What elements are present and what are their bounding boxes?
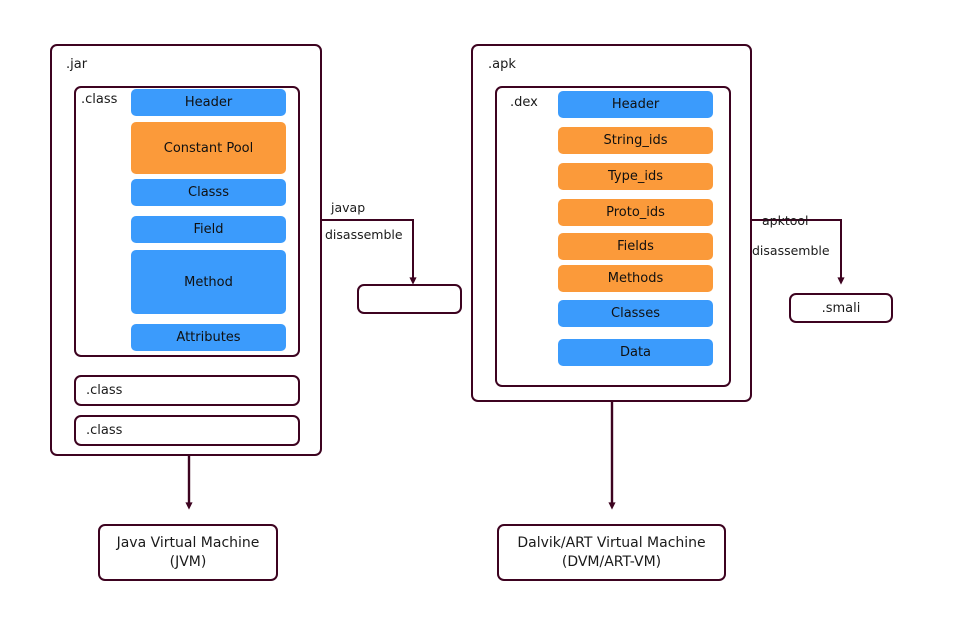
javap-action-label: disassemble (325, 227, 403, 242)
jvm-box[interactable]: Java Virtual Machine (JVM) (98, 524, 278, 581)
jvm-line-1: Java Virtual Machine (116, 534, 260, 551)
smali-output-box[interactable]: .smali (789, 293, 893, 323)
dex-section-data[interactable]: Data (558, 339, 713, 366)
diagram-canvas: .jar .class Header Constant Pool Classs … (0, 0, 955, 643)
javap-output-box[interactable] (357, 284, 462, 314)
class-label: .class (81, 92, 118, 107)
apk-label: .apk (488, 57, 516, 72)
apktool-action-label: disassemble (752, 243, 830, 258)
dvm-box[interactable]: Dalvik/ART Virtual Machine (DVM/ART-VM) (497, 524, 726, 581)
jvm-line-2: (JVM) (169, 553, 207, 570)
jar-section-classs[interactable]: Classs (131, 179, 286, 206)
jar-section-attributes[interactable]: Attributes (131, 324, 286, 351)
dex-section-string-ids[interactable]: String_ids (558, 127, 713, 154)
jar-class-box-2[interactable]: .class (74, 375, 300, 406)
jar-section-header[interactable]: Header (131, 89, 286, 116)
jar-section-constant-pool[interactable]: Constant Pool (131, 122, 286, 174)
dex-section-type-ids[interactable]: Type_ids (558, 163, 713, 190)
dex-label: .dex (510, 95, 538, 110)
apktool-tool-label: apktool (762, 213, 809, 228)
dvm-line-2: (DVM/ART-VM) (561, 553, 662, 570)
jar-section-field[interactable]: Field (131, 216, 286, 243)
dvm-line-1: Dalvik/ART Virtual Machine (517, 534, 706, 551)
dex-section-proto-ids[interactable]: Proto_ids (558, 199, 713, 226)
jar-class-box-3[interactable]: .class (74, 415, 300, 446)
jar-label: .jar (66, 57, 88, 72)
dex-section-classes[interactable]: Classes (558, 300, 713, 327)
jar-section-method[interactable]: Method (131, 250, 286, 314)
dex-section-methods[interactable]: Methods (558, 265, 713, 292)
dex-section-fields[interactable]: Fields (558, 233, 713, 260)
dex-section-header[interactable]: Header (558, 91, 713, 118)
javap-tool-label: javap (331, 200, 366, 215)
